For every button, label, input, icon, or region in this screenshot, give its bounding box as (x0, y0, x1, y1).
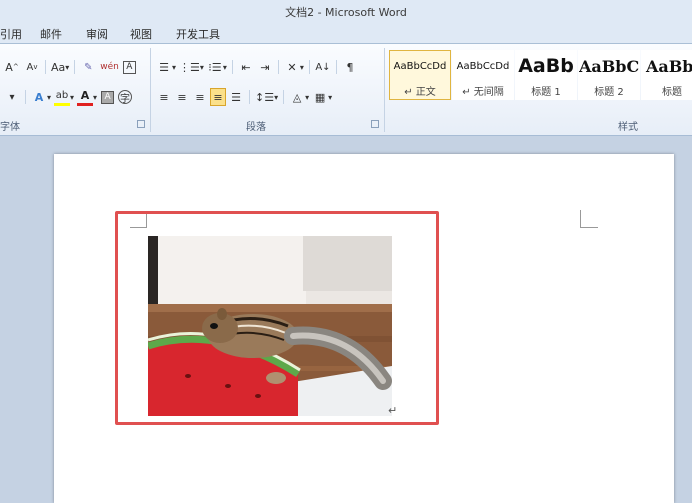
tab-mailings[interactable]: 邮件 (40, 26, 62, 42)
text-effects-icon[interactable]: ▾ (4, 88, 20, 106)
shrink-font-icon[interactable]: Av (24, 58, 40, 76)
sort-icon[interactable]: A↓ (315, 58, 331, 76)
multilevel-list-icon[interactable]: ⁝☰ (207, 58, 223, 76)
justify-icon[interactable]: ≡ (210, 88, 226, 106)
tab-view[interactable]: 视图 (130, 26, 152, 42)
bullets-icon[interactable]: ☰ (156, 58, 172, 76)
increase-indent-icon[interactable]: ⇥ (257, 58, 273, 76)
phonetic-guide-icon[interactable]: wén (100, 58, 119, 76)
watermark-logo-icon (514, 420, 544, 450)
font-toolbar-row1: A ^ Av Aa ▾ ✎ wén A (4, 58, 136, 76)
chinese-layout-icon[interactable]: ✕ (284, 58, 300, 76)
shading-icon[interactable]: ◬ (289, 88, 305, 106)
align-center-icon[interactable]: ≡ (174, 88, 190, 106)
numbering-icon[interactable]: ⋮☰ (179, 58, 200, 76)
char-shading-icon[interactable]: A (101, 90, 115, 104)
grow-font-icon[interactable]: A ^ (4, 58, 20, 76)
style-heading-1[interactable]: AaBb 标题 1 (515, 50, 577, 100)
clear-format-icon[interactable]: ✎ (80, 58, 96, 76)
font-color-icon[interactable]: A (77, 88, 94, 106)
change-case-icon[interactable]: Aa ▾ (51, 58, 69, 76)
watermark-text: 搜狗指南 (548, 424, 641, 449)
borders-icon[interactable]: ▦ (312, 88, 328, 106)
title-bar: 文档2 - Microsoft Word (0, 0, 692, 22)
distributed-icon[interactable]: ☰ (228, 88, 244, 106)
paragraph-dialog-launcher-icon[interactable] (371, 120, 379, 128)
paragraph-toolbar-row2: ≡ ≡ ≡ ≡ ☰ ↕☰ ▾ ◬ ▾ ▦ ▾ (156, 88, 332, 106)
ribbon-tabs: 引用 邮件 审阅 视图 开发工具 (0, 22, 692, 44)
line-spacing-icon[interactable]: ↕☰ (255, 88, 274, 106)
paragraph-toolbar-row1: ☰ ▾ ⋮☰ ▾ ⁝☰ ▾ ⇤ ⇥ ✕ ▾ A↓ ¶ (156, 58, 358, 76)
tab-references[interactable]: 引用 (0, 26, 22, 42)
font-dialog-launcher-icon[interactable] (137, 120, 145, 128)
enclose-char-icon[interactable]: 字 (118, 90, 133, 105)
group-separator (150, 48, 151, 132)
tab-review[interactable]: 审阅 (86, 26, 108, 42)
show-marks-icon[interactable]: ¶ (342, 58, 358, 76)
font-group-label: 字体 (0, 122, 20, 133)
align-left-icon[interactable]: ≡ (156, 88, 172, 106)
align-right-icon[interactable]: ≡ (192, 88, 208, 106)
font-toolbar-row2: ▾ A ▾ ab ▾ A ▾ A 字 (4, 88, 133, 106)
highlight-color-icon[interactable]: ab (54, 88, 71, 106)
char-border-icon[interactable]: A (122, 60, 136, 74)
style-heading-2[interactable]: AaBbC 标题 2 (578, 50, 640, 100)
selection-highlight-frame (115, 211, 439, 425)
paragraph-group-label: 段落 (246, 122, 266, 133)
tab-developer[interactable]: 开发工具 (176, 26, 220, 42)
style-normal[interactable]: AaBbCcDd ↵ 正文 (389, 50, 451, 100)
group-separator (384, 48, 385, 132)
text-effect-icon[interactable]: A (31, 88, 47, 106)
style-no-spacing[interactable]: AaBbCcDd ↵ 无间隔 (452, 50, 514, 100)
decrease-indent-icon[interactable]: ⇤ (238, 58, 254, 76)
style-title[interactable]: AaBbC 标题 (641, 50, 692, 100)
margin-corner-mark (580, 210, 598, 228)
styles-group-label: 样式 (618, 122, 638, 133)
watermark-url: zhinan.sogou.com (520, 461, 628, 472)
window-title: 文档2 - Microsoft Word (285, 6, 407, 19)
